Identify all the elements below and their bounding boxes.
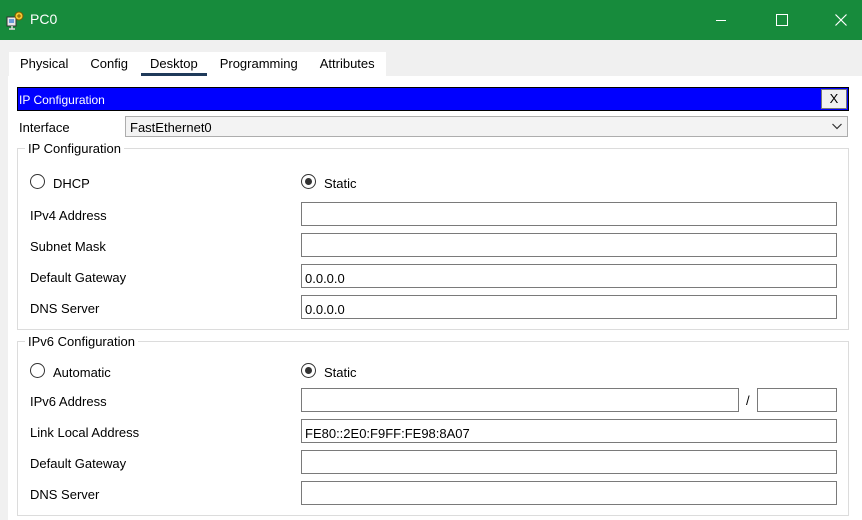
static-ipv6-label: Static [324,365,357,380]
interface-label: Interface [19,120,70,135]
title-bar: PC0 [0,0,862,40]
automatic-label: Automatic [53,365,111,380]
ipv4-default-gateway-input[interactable] [301,264,837,288]
maximize-button[interactable] [759,0,805,40]
ipv6-default-gateway-input[interactable] [301,450,837,474]
tab-physical[interactable]: Physical [9,52,79,76]
packet-tracer-pc-icon [6,10,26,30]
dhcp-label: DHCP [53,176,90,191]
link-local-address-input[interactable] [301,419,837,443]
ipv4-dns-server-input[interactable] [301,295,837,319]
ipv6-dns-server-label: DNS Server [30,487,100,502]
ip-configuration-title: IP Configuration [19,93,105,107]
ipv4-address-label: IPv4 Address [30,208,107,223]
subnet-mask-label: Subnet Mask [30,239,106,254]
window-title: PC0 [30,11,58,27]
ipv4-default-gateway-label: Default Gateway [30,270,127,285]
close-icon [835,14,847,26]
ipv4-address-input[interactable] [301,202,837,226]
prefix-separator: / [746,393,750,408]
tab-desktop[interactable]: Desktop [139,52,209,76]
ipv6-dns-server-input[interactable] [301,481,837,505]
interface-select[interactable]: FastEthernet0 [125,116,848,137]
ipv6-prefix-length-input[interactable] [757,388,837,412]
ip-configuration-header: IP Configuration X [17,87,849,111]
link-local-address-label: Link Local Address [30,425,140,440]
close-ip-configuration-button[interactable]: X [821,89,847,109]
ipv6-address-input[interactable] [301,388,739,412]
ipv6-default-gateway-label: Default Gateway [30,456,127,471]
chevron-down-icon [831,120,843,135]
static-ipv4-radio[interactable] [301,174,316,189]
close-window-button[interactable] [818,0,862,40]
ipv4-dns-server-label: DNS Server [30,301,100,316]
tab-programming[interactable]: Programming [209,52,309,76]
ipv6-address-label: IPv6 Address [30,394,107,409]
interface-value: FastEthernet0 [130,120,212,135]
tab-bar: Physical Config Desktop Programming Attr… [9,52,386,76]
minimize-icon [715,14,727,26]
subnet-mask-input[interactable] [301,233,837,257]
ipv6-group-title: IPv6 Configuration [25,334,138,349]
static-ipv4-label: Static [324,176,357,191]
automatic-radio[interactable] [30,363,45,378]
minimize-button[interactable] [698,0,744,40]
ipv4-group-title: IP Configuration [25,141,124,156]
dhcp-radio[interactable] [30,174,45,189]
tab-attributes[interactable]: Attributes [309,52,386,76]
maximize-icon [776,14,788,26]
static-ipv6-radio[interactable] [301,363,316,378]
tab-config[interactable]: Config [79,52,139,76]
